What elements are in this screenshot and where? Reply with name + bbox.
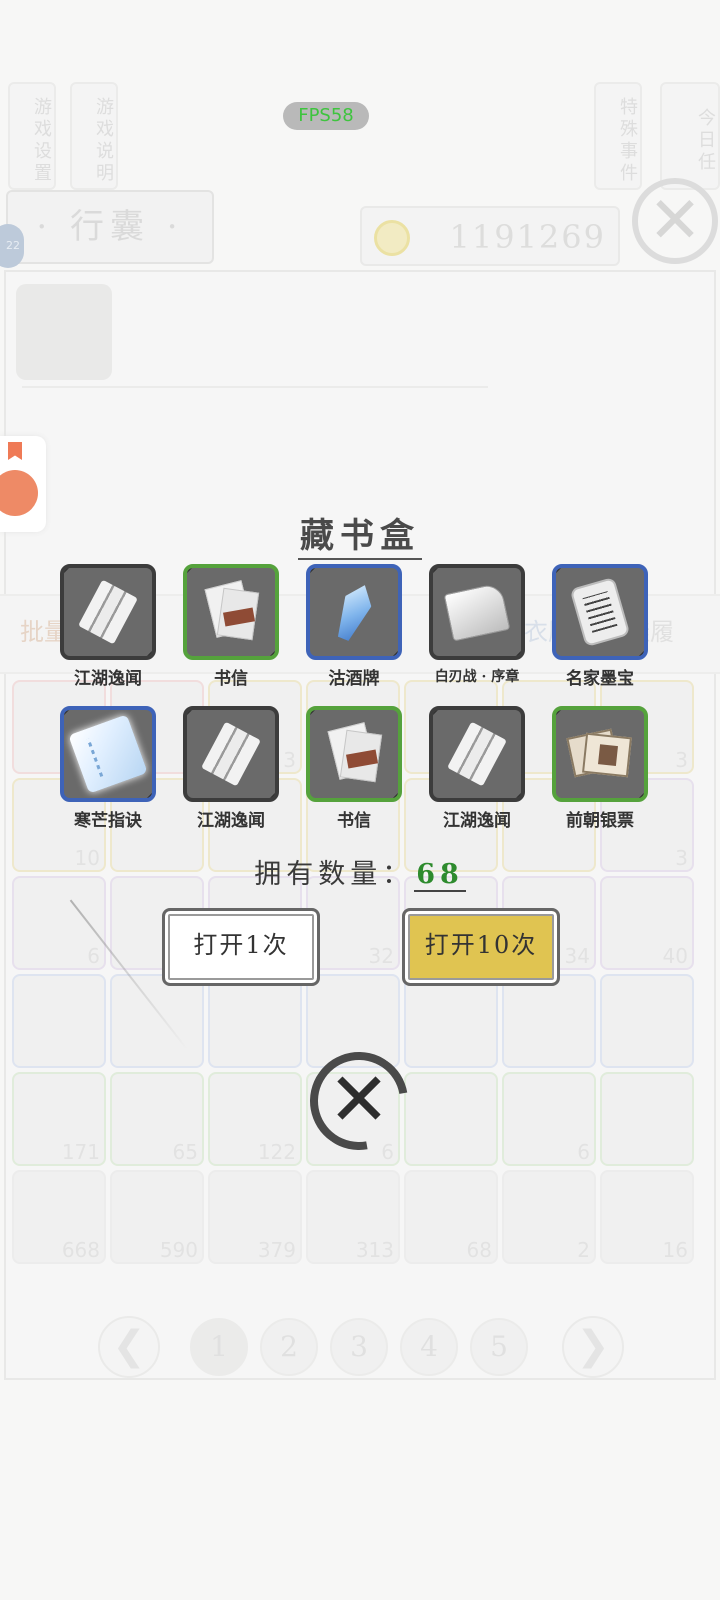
open-once-button[interactable]: 打开1次	[162, 908, 320, 986]
reward-item-label: 名家墨宝	[566, 669, 634, 689]
inventory-slot[interactable]	[208, 974, 302, 1068]
coin-icon	[374, 220, 410, 256]
inventory-slot[interactable]: 668	[12, 1170, 106, 1264]
reward-item-label: 白刃战 · 序章	[434, 669, 520, 685]
special-events-tab[interactable]: 特殊事件	[594, 82, 642, 190]
dialog-close-button[interactable]: ✕	[290, 1032, 428, 1170]
book-icon	[443, 582, 511, 642]
inventory-slot[interactable]	[404, 974, 498, 1068]
item-count: 3	[675, 748, 688, 772]
reward-item-slot[interactable]	[552, 564, 648, 660]
inventory-slot[interactable]: 590	[110, 1170, 204, 1264]
letter-icon	[204, 580, 260, 641]
item-count: 122	[257, 1140, 296, 1164]
reward-item-slot[interactable]	[183, 706, 279, 802]
inventory-slot[interactable]	[600, 974, 694, 1068]
inventory-slot[interactable]: 122	[208, 1072, 302, 1166]
owned-count-value: 68	[414, 859, 466, 892]
item-count: 313	[355, 1238, 394, 1262]
banknote-icon	[566, 728, 632, 779]
prev-page-button[interactable]: ❮	[98, 1316, 160, 1378]
owned-count-label: 拥有数量：	[254, 859, 415, 890]
page-button[interactable]: 5	[470, 1318, 528, 1376]
game-guide-tab[interactable]: 游戏说明	[70, 82, 118, 190]
crystal-token-icon	[330, 580, 378, 644]
bamboo-slip-icon	[447, 721, 507, 787]
reward-item-label: 寒芒指诀	[74, 811, 142, 831]
item-count: 65	[172, 1140, 198, 1164]
divider	[22, 386, 488, 388]
reward-item-slot[interactable]	[552, 706, 648, 802]
reward-item-label: 江湖逸闻	[74, 669, 142, 689]
inventory-slot[interactable]: 68	[404, 1170, 498, 1264]
inventory-slot[interactable]	[12, 974, 106, 1068]
inventory-slot[interactable]: 65	[110, 1072, 204, 1166]
fps-counter: FPS58	[283, 102, 369, 130]
reward-item-label: 书信	[214, 669, 248, 689]
reward-item-slot[interactable]	[429, 706, 525, 802]
reward-item-slot[interactable]	[60, 706, 156, 802]
inventory-slot[interactable]	[110, 974, 204, 1068]
bamboo-slip-icon	[78, 579, 138, 645]
reward-item-slot[interactable]	[183, 564, 279, 660]
reward-item-label: 江湖逸闻	[443, 811, 511, 831]
item-count: 32	[368, 944, 394, 968]
reward-item-label: 书信	[337, 811, 371, 831]
inventory-slot[interactable]	[600, 1072, 694, 1166]
item-count: 379	[257, 1238, 296, 1262]
inventory-slot[interactable]: 2	[502, 1170, 596, 1264]
reward-item-slot[interactable]	[60, 564, 156, 660]
inventory-slot[interactable]	[404, 1072, 498, 1166]
letter-icon	[327, 722, 383, 783]
reward-item-label: 江湖逸闻	[197, 811, 265, 831]
item-count: 40	[662, 944, 688, 968]
bag-close-button[interactable]: ✕	[632, 178, 718, 264]
manual-icon	[68, 714, 148, 794]
currency-display: 1191269	[360, 206, 620, 266]
item-count: 6	[87, 944, 100, 968]
reward-item-slot[interactable]	[429, 564, 525, 660]
scroll-icon	[569, 576, 631, 648]
item-count: 171	[61, 1140, 100, 1164]
page-button[interactable]: 4	[400, 1318, 458, 1376]
reward-item-slot[interactable]	[306, 564, 402, 660]
bamboo-slip-icon	[201, 721, 261, 787]
daily-tasks-tab[interactable]: 今日任	[660, 82, 720, 190]
reward-item-slot[interactable]	[306, 706, 402, 802]
selected-item-slot	[16, 284, 112, 380]
bookmark-icon	[8, 442, 22, 460]
item-count: 2	[577, 1238, 590, 1262]
owned-count: 拥有数量：68	[0, 852, 720, 892]
inventory-slot[interactable]: 313	[306, 1170, 400, 1264]
item-count: 16	[662, 1238, 688, 1262]
page-button[interactable]: 3	[330, 1318, 388, 1376]
inventory-slot[interactable]: 171	[12, 1072, 106, 1166]
level-badge: 22	[0, 224, 24, 268]
item-count: 68	[466, 1238, 492, 1262]
item-count: 34	[564, 944, 590, 968]
inventory-slot[interactable]	[502, 974, 596, 1068]
currency-value: 1191269	[449, 218, 606, 256]
page-button[interactable]: 1	[190, 1318, 248, 1376]
close-icon: ✕	[327, 1057, 390, 1143]
page-button[interactable]: 2	[260, 1318, 318, 1376]
inventory-slot[interactable]: 16	[600, 1170, 694, 1264]
next-page-button[interactable]: ❯	[562, 1316, 624, 1378]
inventory-slot[interactable]: 379	[208, 1170, 302, 1264]
bag-title: · 行囊 ·	[6, 190, 214, 264]
reward-item-label: 前朝银票	[566, 811, 634, 831]
item-count: 590	[159, 1238, 198, 1262]
item-count: 6	[577, 1140, 590, 1164]
inventory-slot[interactable]: 6	[502, 1072, 596, 1166]
dialog-title: 藏书盒	[0, 508, 720, 560]
item-count: 668	[61, 1238, 100, 1262]
open-ten-button[interactable]: 打开10次	[402, 908, 560, 986]
reward-item-label: 沽酒牌	[328, 669, 380, 689]
item-count: 3	[283, 748, 296, 772]
game-settings-tab[interactable]: 游戏设置	[8, 82, 56, 190]
